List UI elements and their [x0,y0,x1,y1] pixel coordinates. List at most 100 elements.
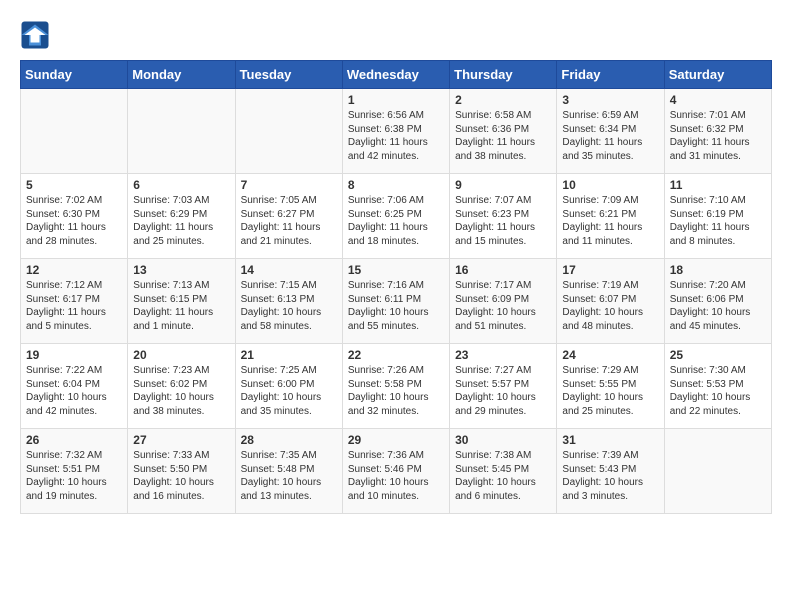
calendar-cell: 5 Sunrise: 7:02 AM Sunset: 6:30 PM Daylig… [21,174,128,259]
day-info: Sunrise: 7:05 AM Sunset: 6:27 PM Dayligh… [241,194,337,248]
calendar-cell: 22 Sunrise: 7:26 AM Sunset: 5:58 PM Dayli… [342,344,449,429]
day-info: Sunrise: 7:12 AM Sunset: 6:17 PM Dayligh… [26,279,122,333]
day-info: Sunrise: 7:19 AM Sunset: 6:07 PM Dayligh… [562,279,658,333]
calendar-cell [21,89,128,174]
day-number: 15 [348,263,444,277]
calendar-cell: 29Sunrise: 7:36 AM Sunset: 5:46 PM Dayli… [342,429,449,514]
calendar-cell: 28 Sunrise: 7:35 AM Sunset: 5:48 PM Dayli… [235,429,342,514]
weekday-monday: Monday [128,61,235,89]
day-number: 13 [133,263,229,277]
day-number: 22 [348,348,444,362]
calendar-cell: 31Sunrise: 7:39 AM Sunset: 5:43 PM Dayli… [557,429,664,514]
day-info: Sunrise: 7:23 AM Sunset: 6:02 PM Dayligh… [133,364,229,418]
day-number: 21 [241,348,337,362]
day-info: Sunrise: 7:39 AM Sunset: 5:43 PM Dayligh… [562,449,658,503]
calendar-cell: 21 Sunrise: 7:25 AM Sunset: 6:00 PM Dayli… [235,344,342,429]
calendar-cell: 19 Sunrise: 7:22 AM Sunset: 6:04 PM Dayli… [21,344,128,429]
header [20,20,772,50]
day-info: Sunrise: 7:35 AM Sunset: 5:48 PM Dayligh… [241,449,337,503]
day-info: Sunrise: 7:07 AM Sunset: 6:23 PM Dayligh… [455,194,551,248]
calendar-cell: 3 Sunrise: 6:59 AM Sunset: 6:34 PM Daylig… [557,89,664,174]
day-number: 9 [455,178,551,192]
day-number: 3 [562,93,658,107]
day-number: 7 [241,178,337,192]
calendar-cell: 20 Sunrise: 7:23 AM Sunset: 6:02 PM Dayli… [128,344,235,429]
day-number: 25 [670,348,766,362]
day-info: Sunrise: 7:30 AM Sunset: 5:53 PM Dayligh… [670,364,766,418]
day-number: 20 [133,348,229,362]
day-info: Sunrise: 7:33 AM Sunset: 5:50 PM Dayligh… [133,449,229,503]
calendar-cell: 18 Sunrise: 7:20 AM Sunset: 6:06 PM Dayli… [664,259,771,344]
day-number: 1 [348,93,444,107]
day-number: 11 [670,178,766,192]
calendar-cell [235,89,342,174]
day-number: 10 [562,178,658,192]
day-number: 26 [26,433,122,447]
day-number: 24 [562,348,658,362]
day-info: Sunrise: 7:10 AM Sunset: 6:19 PM Dayligh… [670,194,766,248]
calendar-table: SundayMondayTuesdayWednesdayThursdayFrid… [20,60,772,514]
calendar-cell [128,89,235,174]
weekday-header-row: SundayMondayTuesdayWednesdayThursdayFrid… [21,61,772,89]
weekday-friday: Friday [557,61,664,89]
day-number: 30 [455,433,551,447]
calendar-cell: 7 Sunrise: 7:05 AM Sunset: 6:27 PM Daylig… [235,174,342,259]
week-row-5: 26 Sunrise: 7:32 AM Sunset: 5:51 PM Dayli… [21,429,772,514]
weekday-saturday: Saturday [664,61,771,89]
day-info: Sunrise: 7:22 AM Sunset: 6:04 PM Dayligh… [26,364,122,418]
day-info: Sunrise: 7:17 AM Sunset: 6:09 PM Dayligh… [455,279,551,333]
logo [20,20,55,50]
day-info: Sunrise: 7:20 AM Sunset: 6:06 PM Dayligh… [670,279,766,333]
calendar-cell: 2 Sunrise: 6:58 AM Sunset: 6:36 PM Daylig… [450,89,557,174]
calendar-cell: 27Sunrise: 7:33 AM Sunset: 5:50 PM Dayli… [128,429,235,514]
day-number: 8 [348,178,444,192]
day-number: 16 [455,263,551,277]
day-info: Sunrise: 7:02 AM Sunset: 6:30 PM Dayligh… [26,194,122,248]
day-number: 2 [455,93,551,107]
day-number: 5 [26,178,122,192]
week-row-1: 1 Sunrise: 6:56 AM Sunset: 6:38 PM Daylig… [21,89,772,174]
day-info: Sunrise: 6:56 AM Sunset: 6:38 PM Dayligh… [348,109,444,163]
calendar-cell: 11 Sunrise: 7:10 AM Sunset: 6:19 PM Dayli… [664,174,771,259]
calendar-cell: 6 Sunrise: 7:03 AM Sunset: 6:29 PM Daylig… [128,174,235,259]
calendar-cell: 12 Sunrise: 7:12 AM Sunset: 6:17 PM Dayli… [21,259,128,344]
calendar-cell: 1 Sunrise: 6:56 AM Sunset: 6:38 PM Daylig… [342,89,449,174]
day-number: 18 [670,263,766,277]
day-number: 28 [241,433,337,447]
calendar-cell: 16 Sunrise: 7:17 AM Sunset: 6:09 PM Dayli… [450,259,557,344]
day-info: Sunrise: 7:03 AM Sunset: 6:29 PM Dayligh… [133,194,229,248]
day-number: 12 [26,263,122,277]
calendar-cell: 9 Sunrise: 7:07 AM Sunset: 6:23 PM Daylig… [450,174,557,259]
day-number: 23 [455,348,551,362]
calendar-cell: 8 Sunrise: 7:06 AM Sunset: 6:25 PM Daylig… [342,174,449,259]
logo-icon [20,20,50,50]
day-info: Sunrise: 7:13 AM Sunset: 6:15 PM Dayligh… [133,279,229,333]
calendar-cell: 30 Sunrise: 7:38 AM Sunset: 5:45 PM Dayli… [450,429,557,514]
day-info: Sunrise: 7:38 AM Sunset: 5:45 PM Dayligh… [455,449,551,503]
calendar-cell: 10Sunrise: 7:09 AM Sunset: 6:21 PM Dayli… [557,174,664,259]
page: SundayMondayTuesdayWednesdayThursdayFrid… [0,0,792,524]
day-info: Sunrise: 7:27 AM Sunset: 5:57 PM Dayligh… [455,364,551,418]
weekday-sunday: Sunday [21,61,128,89]
weekday-wednesday: Wednesday [342,61,449,89]
day-info: Sunrise: 7:06 AM Sunset: 6:25 PM Dayligh… [348,194,444,248]
day-info: Sunrise: 6:58 AM Sunset: 6:36 PM Dayligh… [455,109,551,163]
calendar-cell: 17 Sunrise: 7:19 AM Sunset: 6:07 PM Dayli… [557,259,664,344]
day-info: Sunrise: 7:26 AM Sunset: 5:58 PM Dayligh… [348,364,444,418]
week-row-4: 19 Sunrise: 7:22 AM Sunset: 6:04 PM Dayli… [21,344,772,429]
day-info: Sunrise: 7:32 AM Sunset: 5:51 PM Dayligh… [26,449,122,503]
day-number: 14 [241,263,337,277]
calendar-cell: 24 Sunrise: 7:29 AM Sunset: 5:55 PM Dayli… [557,344,664,429]
day-info: Sunrise: 6:59 AM Sunset: 6:34 PM Dayligh… [562,109,658,163]
day-number: 17 [562,263,658,277]
day-number: 6 [133,178,229,192]
day-number: 4 [670,93,766,107]
day-info: Sunrise: 7:29 AM Sunset: 5:55 PM Dayligh… [562,364,658,418]
day-info: Sunrise: 7:25 AM Sunset: 6:00 PM Dayligh… [241,364,337,418]
calendar-cell: 15Sunrise: 7:16 AM Sunset: 6:11 PM Dayli… [342,259,449,344]
day-info: Sunrise: 7:01 AM Sunset: 6:32 PM Dayligh… [670,109,766,163]
day-number: 29 [348,433,444,447]
calendar-cell: 4 Sunrise: 7:01 AM Sunset: 6:32 PM Daylig… [664,89,771,174]
week-row-2: 5 Sunrise: 7:02 AM Sunset: 6:30 PM Daylig… [21,174,772,259]
day-number: 19 [26,348,122,362]
